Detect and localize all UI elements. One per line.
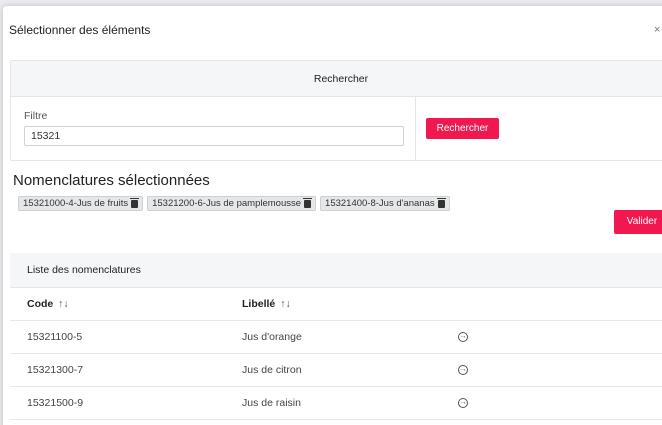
trash-icon[interactable] bbox=[436, 197, 446, 208]
arrow-circle-right-icon[interactable]: → bbox=[458, 332, 468, 343]
selected-chip: 15321200-6-Jus de pamplemousse bbox=[147, 196, 317, 211]
selected-nomenclatures-title: Nomenclatures sélectionnées bbox=[13, 172, 210, 189]
table-header-row: Code ↑↓ Libellé ↑↓ bbox=[10, 288, 662, 321]
table-row: 15321300-7 Jus de citron → bbox=[10, 354, 662, 387]
sort-icon[interactable]: ↑↓ bbox=[58, 298, 69, 310]
chip-label: 15321000-4-Jus de fruits bbox=[23, 198, 129, 209]
filter-section: Filtre bbox=[11, 97, 416, 161]
list-title: Liste des nomenclatures bbox=[10, 253, 662, 288]
row-action: → bbox=[458, 321, 468, 354]
nomenclature-list: Liste des nomenclatures Code ↑↓ Libellé … bbox=[10, 253, 662, 425]
table-row: 15321500-9 Jus de raisin → bbox=[10, 387, 662, 420]
selected-chip: 15321000-4-Jus de fruits bbox=[18, 196, 144, 211]
column-header-code[interactable]: Code ↑↓ bbox=[27, 288, 69, 321]
column-header-libelle[interactable]: Libellé ↑↓ bbox=[242, 288, 291, 321]
trash-icon[interactable] bbox=[130, 197, 140, 208]
column-code-label: Code bbox=[27, 298, 54, 310]
chip-label: 15321400-8-Jus d'ananas bbox=[325, 198, 435, 209]
row-code: 15321300-7 bbox=[27, 364, 84, 376]
filter-label: Filtre bbox=[24, 110, 48, 122]
validate-button[interactable]: Valider bbox=[614, 210, 662, 234]
search-panel-header: Rechercher bbox=[11, 61, 662, 97]
row-libelle: Jus de citron bbox=[242, 364, 302, 376]
close-icon[interactable]: × bbox=[654, 24, 660, 36]
chip-label: 15321200-6-Jus de pamplemousse bbox=[152, 198, 302, 209]
filter-input[interactable] bbox=[24, 126, 404, 146]
search-button[interactable]: Rechercher bbox=[426, 118, 499, 139]
column-libelle-label: Libellé bbox=[242, 298, 276, 310]
row-libelle: Jus de raisin bbox=[242, 397, 301, 409]
row-libelle: Jus d'orange bbox=[242, 331, 302, 343]
selected-chip: 15321400-8-Jus d'ananas bbox=[320, 196, 450, 211]
dialog-title: Sélectionner des éléments bbox=[9, 23, 151, 37]
arrow-circle-right-icon[interactable]: → bbox=[458, 398, 468, 409]
trash-icon[interactable] bbox=[303, 197, 313, 208]
row-action: → bbox=[458, 387, 468, 420]
table-row: 15321100-5 Jus d'orange → bbox=[10, 321, 662, 354]
row-code: 15321100-5 bbox=[27, 331, 83, 343]
search-panel: Rechercher Filtre Rechercher bbox=[10, 60, 662, 161]
sort-icon[interactable]: ↑↓ bbox=[280, 298, 291, 310]
row-action: → bbox=[458, 354, 468, 387]
arrow-circle-right-icon[interactable]: → bbox=[458, 365, 468, 376]
row-code: 15321500-9 bbox=[27, 397, 84, 409]
selected-chips: 15321000-4-Jus de fruits 15321200-6-Jus … bbox=[18, 196, 450, 211]
